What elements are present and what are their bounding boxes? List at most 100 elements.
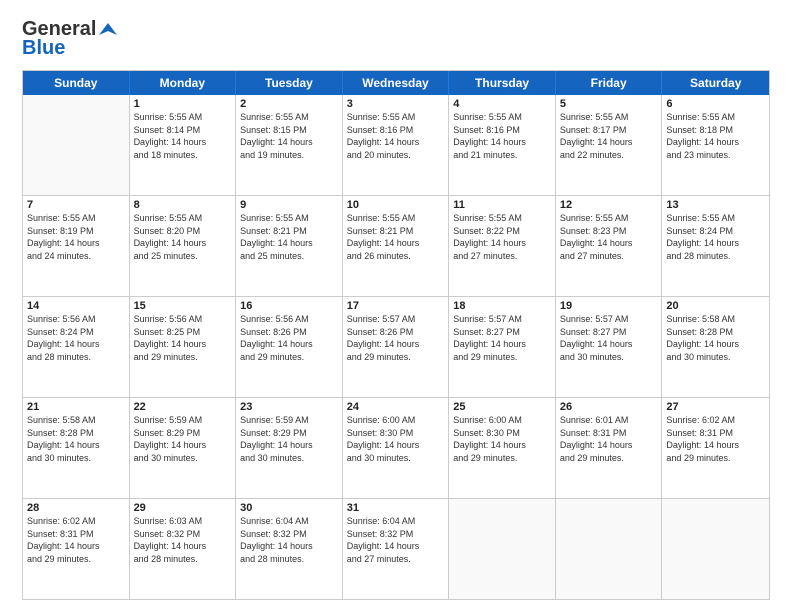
calendar-cell (662, 499, 769, 599)
day-content: Sunrise: 5:55 AM Sunset: 8:19 PM Dayligh… (27, 212, 125, 262)
calendar-cell: 28Sunrise: 6:02 AM Sunset: 8:31 PM Dayli… (23, 499, 130, 599)
day-number: 31 (347, 502, 445, 514)
day-content: Sunrise: 5:55 AM Sunset: 8:20 PM Dayligh… (134, 212, 232, 262)
day-content: Sunrise: 5:59 AM Sunset: 8:29 PM Dayligh… (240, 414, 338, 464)
calendar-header: Sunday Monday Tuesday Wednesday Thursday… (23, 71, 769, 95)
header-wednesday: Wednesday (343, 71, 450, 95)
day-content: Sunrise: 5:55 AM Sunset: 8:17 PM Dayligh… (560, 111, 658, 161)
calendar-cell: 30Sunrise: 6:04 AM Sunset: 8:32 PM Dayli… (236, 499, 343, 599)
calendar-cell: 19Sunrise: 5:57 AM Sunset: 8:27 PM Dayli… (556, 297, 663, 397)
calendar-cell: 12Sunrise: 5:55 AM Sunset: 8:23 PM Dayli… (556, 196, 663, 296)
calendar-cell (23, 95, 130, 195)
calendar-cell: 11Sunrise: 5:55 AM Sunset: 8:22 PM Dayli… (449, 196, 556, 296)
header-sunday: Sunday (23, 71, 130, 95)
day-number: 9 (240, 199, 338, 211)
calendar-cell: 25Sunrise: 6:00 AM Sunset: 8:30 PM Dayli… (449, 398, 556, 498)
calendar-cell: 26Sunrise: 6:01 AM Sunset: 8:31 PM Dayli… (556, 398, 663, 498)
day-content: Sunrise: 5:58 AM Sunset: 8:28 PM Dayligh… (27, 414, 125, 464)
day-number: 8 (134, 199, 232, 211)
calendar-cell: 16Sunrise: 5:56 AM Sunset: 8:26 PM Dayli… (236, 297, 343, 397)
calendar-cell: 8Sunrise: 5:55 AM Sunset: 8:20 PM Daylig… (130, 196, 237, 296)
calendar-cell (449, 499, 556, 599)
calendar-cell: 5Sunrise: 5:55 AM Sunset: 8:17 PM Daylig… (556, 95, 663, 195)
day-number: 22 (134, 401, 232, 413)
day-number: 12 (560, 199, 658, 211)
calendar-week-1: 1Sunrise: 5:55 AM Sunset: 8:14 PM Daylig… (23, 95, 769, 196)
calendar-body: 1Sunrise: 5:55 AM Sunset: 8:14 PM Daylig… (23, 95, 769, 599)
calendar-cell: 31Sunrise: 6:04 AM Sunset: 8:32 PM Dayli… (343, 499, 450, 599)
day-content: Sunrise: 5:56 AM Sunset: 8:24 PM Dayligh… (27, 313, 125, 363)
header-thursday: Thursday (449, 71, 556, 95)
day-number: 18 (453, 300, 551, 312)
calendar-cell: 20Sunrise: 5:58 AM Sunset: 8:28 PM Dayli… (662, 297, 769, 397)
calendar-cell: 14Sunrise: 5:56 AM Sunset: 8:24 PM Dayli… (23, 297, 130, 397)
day-content: Sunrise: 5:55 AM Sunset: 8:21 PM Dayligh… (347, 212, 445, 262)
day-content: Sunrise: 5:55 AM Sunset: 8:24 PM Dayligh… (666, 212, 765, 262)
header-friday: Friday (556, 71, 663, 95)
day-content: Sunrise: 6:04 AM Sunset: 8:32 PM Dayligh… (240, 515, 338, 565)
day-number: 24 (347, 401, 445, 413)
logo: General Blue (22, 18, 119, 60)
calendar-cell: 29Sunrise: 6:03 AM Sunset: 8:32 PM Dayli… (130, 499, 237, 599)
calendar-cell: 21Sunrise: 5:58 AM Sunset: 8:28 PM Dayli… (23, 398, 130, 498)
day-content: Sunrise: 5:57 AM Sunset: 8:27 PM Dayligh… (453, 313, 551, 363)
calendar-cell: 23Sunrise: 5:59 AM Sunset: 8:29 PM Dayli… (236, 398, 343, 498)
calendar-cell: 27Sunrise: 6:02 AM Sunset: 8:31 PM Dayli… (662, 398, 769, 498)
day-number: 6 (666, 98, 765, 110)
day-number: 17 (347, 300, 445, 312)
day-content: Sunrise: 5:55 AM Sunset: 8:18 PM Dayligh… (666, 111, 765, 161)
day-number: 4 (453, 98, 551, 110)
day-content: Sunrise: 5:55 AM Sunset: 8:16 PM Dayligh… (347, 111, 445, 161)
day-content: Sunrise: 5:56 AM Sunset: 8:25 PM Dayligh… (134, 313, 232, 363)
header-tuesday: Tuesday (236, 71, 343, 95)
page: General Blue Sunday Monday Tuesday Wedne… (0, 0, 792, 612)
calendar-cell: 22Sunrise: 5:59 AM Sunset: 8:29 PM Dayli… (130, 398, 237, 498)
day-content: Sunrise: 5:57 AM Sunset: 8:26 PM Dayligh… (347, 313, 445, 363)
day-content: Sunrise: 5:55 AM Sunset: 8:16 PM Dayligh… (453, 111, 551, 161)
calendar-cell: 13Sunrise: 5:55 AM Sunset: 8:24 PM Dayli… (662, 196, 769, 296)
day-number: 10 (347, 199, 445, 211)
day-number: 13 (666, 199, 765, 211)
day-number: 2 (240, 98, 338, 110)
calendar: Sunday Monday Tuesday Wednesday Thursday… (22, 70, 770, 600)
calendar-week-2: 7Sunrise: 5:55 AM Sunset: 8:19 PM Daylig… (23, 196, 769, 297)
calendar-cell: 7Sunrise: 5:55 AM Sunset: 8:19 PM Daylig… (23, 196, 130, 296)
day-number: 26 (560, 401, 658, 413)
calendar-cell: 10Sunrise: 5:55 AM Sunset: 8:21 PM Dayli… (343, 196, 450, 296)
day-number: 15 (134, 300, 232, 312)
calendar-cell: 4Sunrise: 5:55 AM Sunset: 8:16 PM Daylig… (449, 95, 556, 195)
day-number: 14 (27, 300, 125, 312)
calendar-cell: 15Sunrise: 5:56 AM Sunset: 8:25 PM Dayli… (130, 297, 237, 397)
day-number: 11 (453, 199, 551, 211)
day-number: 20 (666, 300, 765, 312)
header: General Blue (22, 18, 770, 60)
day-content: Sunrise: 6:02 AM Sunset: 8:31 PM Dayligh… (27, 515, 125, 565)
day-number: 16 (240, 300, 338, 312)
day-number: 5 (560, 98, 658, 110)
header-monday: Monday (130, 71, 237, 95)
calendar-week-4: 21Sunrise: 5:58 AM Sunset: 8:28 PM Dayli… (23, 398, 769, 499)
day-content: Sunrise: 6:04 AM Sunset: 8:32 PM Dayligh… (347, 515, 445, 565)
calendar-cell: 6Sunrise: 5:55 AM Sunset: 8:18 PM Daylig… (662, 95, 769, 195)
calendar-cell: 24Sunrise: 6:00 AM Sunset: 8:30 PM Dayli… (343, 398, 450, 498)
day-content: Sunrise: 6:02 AM Sunset: 8:31 PM Dayligh… (666, 414, 765, 464)
day-number: 23 (240, 401, 338, 413)
day-content: Sunrise: 5:55 AM Sunset: 8:22 PM Dayligh… (453, 212, 551, 262)
day-content: Sunrise: 5:59 AM Sunset: 8:29 PM Dayligh… (134, 414, 232, 464)
day-number: 27 (666, 401, 765, 413)
day-number: 29 (134, 502, 232, 514)
day-number: 21 (27, 401, 125, 413)
day-number: 19 (560, 300, 658, 312)
calendar-cell: 1Sunrise: 5:55 AM Sunset: 8:14 PM Daylig… (130, 95, 237, 195)
day-content: Sunrise: 5:55 AM Sunset: 8:15 PM Dayligh… (240, 111, 338, 161)
calendar-cell: 17Sunrise: 5:57 AM Sunset: 8:26 PM Dayli… (343, 297, 450, 397)
day-number: 1 (134, 98, 232, 110)
header-saturday: Saturday (662, 71, 769, 95)
day-content: Sunrise: 6:00 AM Sunset: 8:30 PM Dayligh… (347, 414, 445, 464)
day-number: 30 (240, 502, 338, 514)
day-content: Sunrise: 6:00 AM Sunset: 8:30 PM Dayligh… (453, 414, 551, 464)
day-content: Sunrise: 5:55 AM Sunset: 8:23 PM Dayligh… (560, 212, 658, 262)
logo-blue: Blue (22, 37, 65, 60)
logo-bird-icon (97, 19, 119, 41)
calendar-week-5: 28Sunrise: 6:02 AM Sunset: 8:31 PM Dayli… (23, 499, 769, 599)
